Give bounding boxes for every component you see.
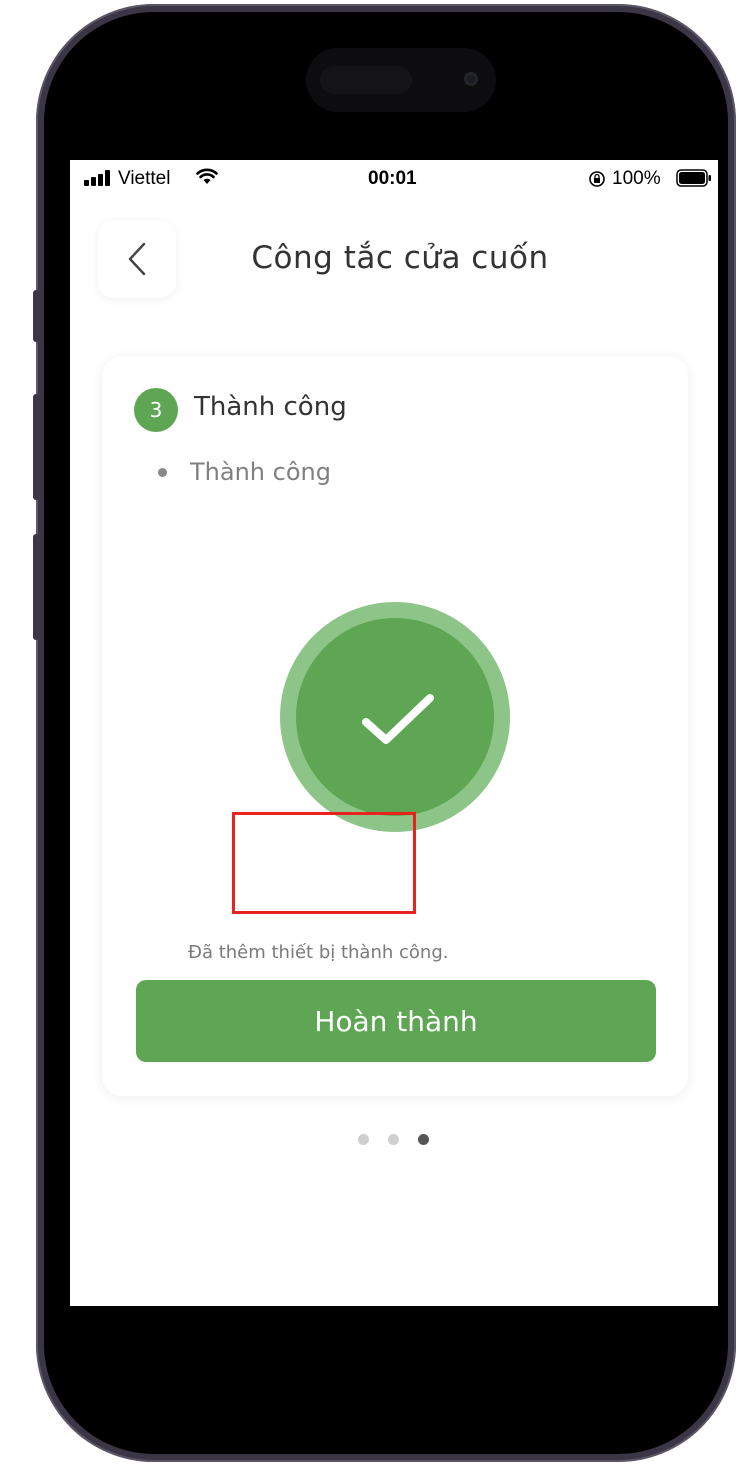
carrier-name: Viettel	[118, 168, 171, 189]
battery-percent: 100%	[612, 168, 661, 189]
volume-up-button	[33, 394, 39, 500]
island-sensor	[320, 66, 412, 94]
stage: Viettel 00:01 100% Công tắc cửa cuốn 3 T…	[0, 0, 736, 1467]
success-indicator	[280, 602, 510, 832]
bullet-icon	[158, 468, 167, 477]
step-detail: Thành công	[190, 458, 331, 486]
done-button-label: Hoàn thành	[314, 1004, 478, 1038]
dynamic-island	[306, 48, 496, 112]
step-title: Thành công	[194, 392, 347, 422]
status-time: 00:01	[368, 168, 417, 189]
checkmark-icon	[362, 694, 434, 744]
volume-down-button	[33, 534, 39, 640]
action-button	[33, 290, 39, 342]
chevron-left-icon	[128, 242, 146, 276]
page-dot-3-active	[418, 1134, 429, 1145]
wifi-icon	[196, 168, 218, 184]
page-dot-1	[358, 1134, 369, 1145]
setup-step-card: 3 Thành công Thành công Đã thêm thiết bị…	[102, 356, 688, 1096]
page-dot-2	[388, 1134, 399, 1145]
step-number-badge: 3	[134, 388, 178, 432]
page-indicator	[358, 1134, 438, 1146]
page-title: Công tắc cửa cuốn	[251, 240, 549, 276]
app-screen: Viettel 00:01 100% Công tắc cửa cuốn 3 T…	[70, 160, 718, 1306]
orientation-lock-icon	[589, 171, 605, 187]
done-button[interactable]: Hoàn thành	[136, 980, 656, 1062]
success-indicator-inner	[296, 618, 494, 816]
status-bar: Viettel 00:01 100%	[70, 160, 718, 200]
signal-icon	[84, 170, 112, 186]
battery-icon	[676, 169, 711, 187]
success-message: Đã thêm thiết bị thành công.	[188, 942, 449, 963]
front-camera-icon	[464, 72, 478, 86]
back-button[interactable]	[98, 220, 176, 298]
